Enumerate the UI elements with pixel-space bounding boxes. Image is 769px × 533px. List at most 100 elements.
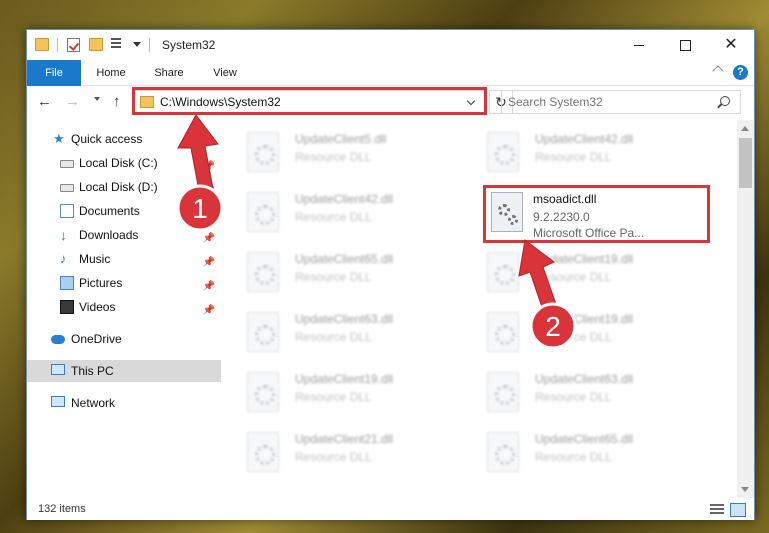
sidebar-item-label: Videos: [79, 300, 116, 314]
sidebar-item-label: Music: [79, 252, 111, 266]
sidebar-item-local-disk-d[interactable]: Local Disk (D:) 📌: [27, 176, 221, 198]
pin-icon[interactable]: 📌: [203, 180, 215, 202]
properties-check-icon[interactable]: [67, 38, 80, 52]
new-folder-icon[interactable]: [89, 38, 103, 51]
minimize-button[interactable]: [616, 30, 662, 60]
sidebar-item-label: Local Disk (C:): [79, 156, 158, 170]
sidebar-item-label: Downloads: [79, 228, 139, 242]
dll-file-icon: [247, 372, 279, 412]
window-title: System32: [162, 38, 216, 52]
file-name: UpdateClient19.dll: [535, 312, 634, 326]
sidebar-item-quick-access[interactable]: ★ Quick access: [27, 128, 221, 150]
navigation-pane: ★ Quick access Local Disk (C:) 📌 Local D…: [27, 120, 221, 500]
search-icon[interactable]: [720, 96, 730, 106]
quick-access-dropdown-icon[interactable]: [133, 42, 141, 47]
file-description: Resource DLL: [535, 390, 612, 404]
folder-icon[interactable]: [35, 38, 49, 51]
computer-icon: [51, 364, 65, 375]
file-item[interactable]: UpdateClient65.dll Resource DLL: [227, 246, 457, 298]
file-description: Resource DLL: [295, 150, 372, 164]
pin-icon[interactable]: 📌: [203, 228, 215, 250]
tab-view[interactable]: View: [203, 60, 247, 86]
sidebar-item-documents[interactable]: Documents 📌: [27, 200, 221, 222]
file-name: UpdateClient42.dll: [535, 132, 634, 146]
sidebar-item-label: This PC: [71, 364, 114, 378]
pin-icon[interactable]: 📌: [203, 204, 215, 226]
pin-icon[interactable]: 📌: [203, 252, 215, 274]
cloud-icon: [51, 335, 65, 344]
file-name: UpdateClient63.dll: [295, 312, 394, 326]
sidebar-item-network[interactable]: Network: [27, 392, 221, 414]
divider: [149, 38, 150, 52]
file-description: Resource DLL: [295, 450, 372, 464]
scroll-down-icon[interactable]: [741, 487, 749, 492]
expand-ribbon-icon[interactable]: [712, 65, 724, 77]
file-item[interactable]: UpdateClient65.dll Resource DLL: [467, 426, 697, 478]
customize-quick-access-icon[interactable]: [111, 38, 125, 51]
file-item[interactable]: UpdateClient19.dll Resource DLL: [467, 306, 697, 358]
file-highlight-box: [483, 185, 710, 243]
item-count: 132 items: [38, 503, 86, 515]
file-item[interactable]: UpdateClient19.dll Resource DLL: [467, 246, 697, 298]
maximize-button[interactable]: [662, 30, 708, 60]
dll-file-icon: [487, 372, 519, 412]
file-name: UpdateClient19.dll: [535, 252, 634, 266]
recent-locations-icon[interactable]: [94, 97, 100, 101]
file-description: Resource DLL: [535, 330, 612, 344]
sidebar-item-label: Network: [71, 396, 116, 410]
sidebar-item-label: Local Disk (D:): [79, 180, 158, 194]
search-input[interactable]: [508, 95, 708, 109]
search-box[interactable]: [501, 90, 741, 114]
file-item[interactable]: UpdateClient63.dll Resource DLL: [467, 366, 697, 418]
sidebar-item-videos[interactable]: Videos 📌: [27, 296, 221, 318]
sidebar-item-downloads[interactable]: ↓ Downloads 📌: [27, 224, 221, 246]
file-list: UpdateClient5.dll Resource DLL UpdateCli…: [227, 120, 737, 500]
sidebar-item-music[interactable]: ♪ Music 📌: [27, 248, 221, 270]
divider: [57, 38, 58, 52]
back-button[interactable]: ←: [37, 94, 52, 110]
file-item[interactable]: UpdateClient5.dll Resource DLL: [227, 126, 457, 178]
file-description: Resource DLL: [295, 390, 372, 404]
forward-button[interactable]: →: [65, 94, 80, 110]
music-icon: ♪: [60, 251, 67, 266]
close-button[interactable]: ✕: [708, 30, 754, 60]
sidebar-item-onedrive[interactable]: OneDrive: [27, 328, 221, 350]
tab-home[interactable]: Home: [87, 60, 135, 86]
tab-share[interactable]: Share: [145, 60, 193, 86]
file-name: UpdateClient63.dll: [535, 372, 634, 386]
up-button[interactable]: ↑: [113, 94, 121, 110]
help-icon[interactable]: ?: [733, 65, 748, 80]
sidebar-item-pictures[interactable]: Pictures 📌: [27, 272, 221, 294]
sidebar-item-label: Quick access: [71, 132, 143, 146]
file-name: UpdateClient19.dll: [295, 372, 394, 386]
pin-icon[interactable]: 📌: [203, 276, 215, 298]
file-name: UpdateClient65.dll: [295, 252, 394, 266]
large-icons-view-icon[interactable]: [730, 503, 746, 517]
sidebar-item-local-disk-c[interactable]: Local Disk (C:) 📌: [27, 152, 221, 174]
sidebar-item-label: Pictures: [79, 276, 123, 290]
videos-icon: [60, 300, 74, 314]
network-icon: [51, 396, 65, 407]
sidebar-item-label: Documents: [79, 204, 140, 218]
file-item[interactable]: UpdateClient21.dll Resource DLL: [227, 426, 457, 478]
tab-file[interactable]: File: [27, 60, 81, 86]
scroll-thumb[interactable]: [739, 138, 752, 188]
dll-file-icon: [487, 132, 519, 172]
file-item[interactable]: UpdateClient42.dll Resource DLL: [227, 186, 457, 238]
file-item[interactable]: UpdateClient19.dll Resource DLL: [227, 366, 457, 418]
pin-icon[interactable]: 📌: [203, 300, 215, 322]
document-icon: [60, 204, 74, 218]
file-name: UpdateClient21.dll: [295, 432, 394, 446]
pictures-icon: [60, 276, 74, 290]
scroll-up-icon[interactable]: [741, 126, 749, 131]
file-item[interactable]: UpdateClient63.dll Resource DLL: [227, 306, 457, 358]
file-description: Resource DLL: [295, 270, 372, 284]
vertical-scrollbar[interactable]: [737, 120, 754, 498]
file-item[interactable]: UpdateClient42.dll Resource DLL: [467, 126, 697, 178]
ribbon: File Home Share View ?: [27, 60, 754, 86]
pin-icon[interactable]: 📌: [203, 156, 215, 178]
details-view-icon[interactable]: [710, 504, 724, 516]
star-icon: ★: [53, 131, 65, 146]
file-name: UpdateClient5.dll: [295, 132, 387, 146]
sidebar-item-this-pc[interactable]: This PC: [27, 360, 221, 382]
